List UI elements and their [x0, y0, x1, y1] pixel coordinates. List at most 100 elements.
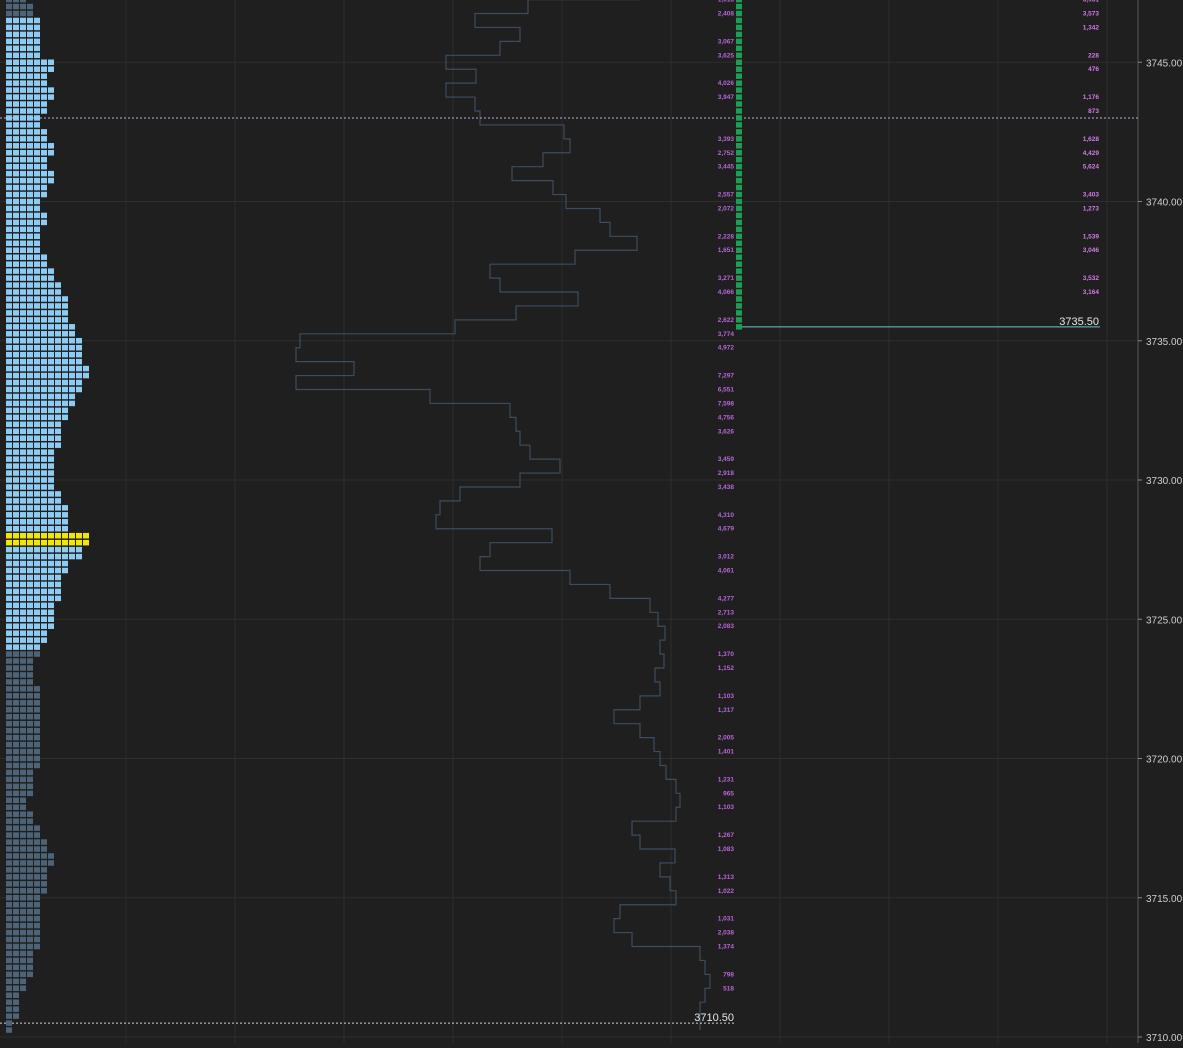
tpo-block	[6, 219, 12, 226]
tpo-block	[34, 881, 40, 887]
tpo-block	[48, 463, 54, 469]
tpo-block	[41, 470, 47, 476]
tpo-block	[41, 839, 47, 845]
tpo-block	[20, 407, 26, 414]
tpo-block	[20, 219, 26, 226]
profile-2-low-label: 3735.50	[1059, 316, 1099, 328]
tpo-block	[20, 31, 26, 38]
tpo-block	[48, 860, 54, 866]
tpo-block	[41, 310, 47, 316]
tpo-block	[62, 344, 68, 351]
tpo-block	[13, 623, 19, 629]
tpo-block	[13, 233, 19, 240]
tpo-block	[55, 553, 61, 560]
tpo-block	[13, 693, 19, 699]
axis-tick-label: 3715.00	[1146, 894, 1183, 905]
grid-layer	[0, 0, 1139, 1043]
tpo-block	[13, 3, 19, 10]
market-profile-chart[interactable]: 3749.003710.503783.753735.503773.50 3771…	[0, 0, 1183, 1044]
tpo-block	[55, 400, 61, 407]
tpo-block	[48, 553, 54, 560]
tpo-block	[55, 546, 61, 553]
tpo-block	[41, 289, 47, 295]
tpo-block	[48, 567, 54, 574]
tpo-block	[13, 463, 19, 469]
volume-label: 476	[1088, 66, 1099, 73]
tpo-block	[62, 365, 68, 372]
tpo-block	[41, 539, 47, 546]
tpo-block	[27, 310, 33, 316]
tpo-block	[6, 136, 12, 142]
tpo-block	[48, 470, 54, 476]
tpo-block	[27, 289, 33, 295]
tpo-block	[62, 358, 68, 365]
tpo-block	[48, 344, 54, 351]
tpo-block	[13, 707, 19, 713]
tpo-block	[27, 198, 33, 205]
tpo-block	[41, 421, 47, 428]
tpo-block	[13, 957, 19, 964]
tpo-block	[6, 832, 12, 838]
tpo-block	[13, 275, 19, 281]
tpo-block	[62, 351, 68, 358]
tpo-block-green	[736, 163, 742, 170]
volume-label: 2,005	[718, 735, 735, 742]
tpo-block	[34, 31, 40, 38]
tpo-block	[27, 686, 33, 692]
volume-label: 1,651	[718, 247, 735, 254]
tpo-block	[13, 31, 19, 38]
tpo-block	[69, 400, 75, 407]
volume-label: 2,228	[718, 233, 735, 240]
tpo-block	[76, 351, 82, 358]
volume-label: 4,429	[1083, 150, 1100, 157]
tpo-block	[83, 372, 89, 379]
tpo-block	[20, 797, 26, 804]
tpo-block	[6, 386, 12, 393]
volume-label: 6,551	[718, 386, 735, 393]
tpo-block	[20, 52, 26, 59]
volume-label: 5,624	[1083, 164, 1100, 171]
tpo-block	[6, 310, 12, 316]
tpo-block	[76, 358, 82, 365]
tpo-block	[20, 651, 26, 657]
tpo-block	[20, 727, 26, 734]
tpo-block	[34, 734, 40, 741]
tpo-block	[34, 755, 40, 762]
tpo-block	[20, 59, 26, 65]
tpo-block	[20, 66, 26, 72]
tpo-block	[20, 776, 26, 783]
chart-area[interactable]: 3749.003710.503783.753735.503773.50 3771…	[0, 0, 1183, 1044]
tpo-block	[27, 665, 33, 671]
tpo-block	[48, 512, 54, 518]
tpo-block	[6, 1027, 12, 1033]
tpo-block	[13, 247, 19, 253]
tpo-block	[20, 922, 26, 929]
tpo-block	[41, 219, 47, 226]
tpo-block	[20, 825, 26, 831]
tpo-block	[48, 519, 54, 525]
tpo-block	[27, 414, 33, 421]
tpo-block	[27, 477, 33, 483]
tpo-block	[27, 922, 33, 929]
tpo-block	[27, 240, 33, 247]
tpo-block	[34, 296, 40, 302]
tpo-block	[34, 700, 40, 706]
tpo-block	[13, 184, 19, 191]
tpo-block	[48, 365, 54, 372]
tpo-block	[13, 950, 19, 957]
tpo-block	[13, 846, 19, 852]
tpo-block	[20, 94, 26, 100]
tpo-block	[13, 477, 19, 483]
tpo-block	[13, 59, 19, 65]
tpo-block	[20, 400, 26, 407]
tpo-block	[34, 602, 40, 609]
tpo-block	[41, 519, 47, 525]
tpo-block	[6, 1006, 12, 1012]
tpo-block	[20, 630, 26, 636]
tpo-block	[20, 693, 26, 699]
tpo-block	[48, 435, 54, 441]
tpo-block	[34, 275, 40, 281]
tpo-block	[34, 414, 40, 421]
tpo-block	[6, 289, 12, 295]
tpo-block	[6, 734, 12, 741]
